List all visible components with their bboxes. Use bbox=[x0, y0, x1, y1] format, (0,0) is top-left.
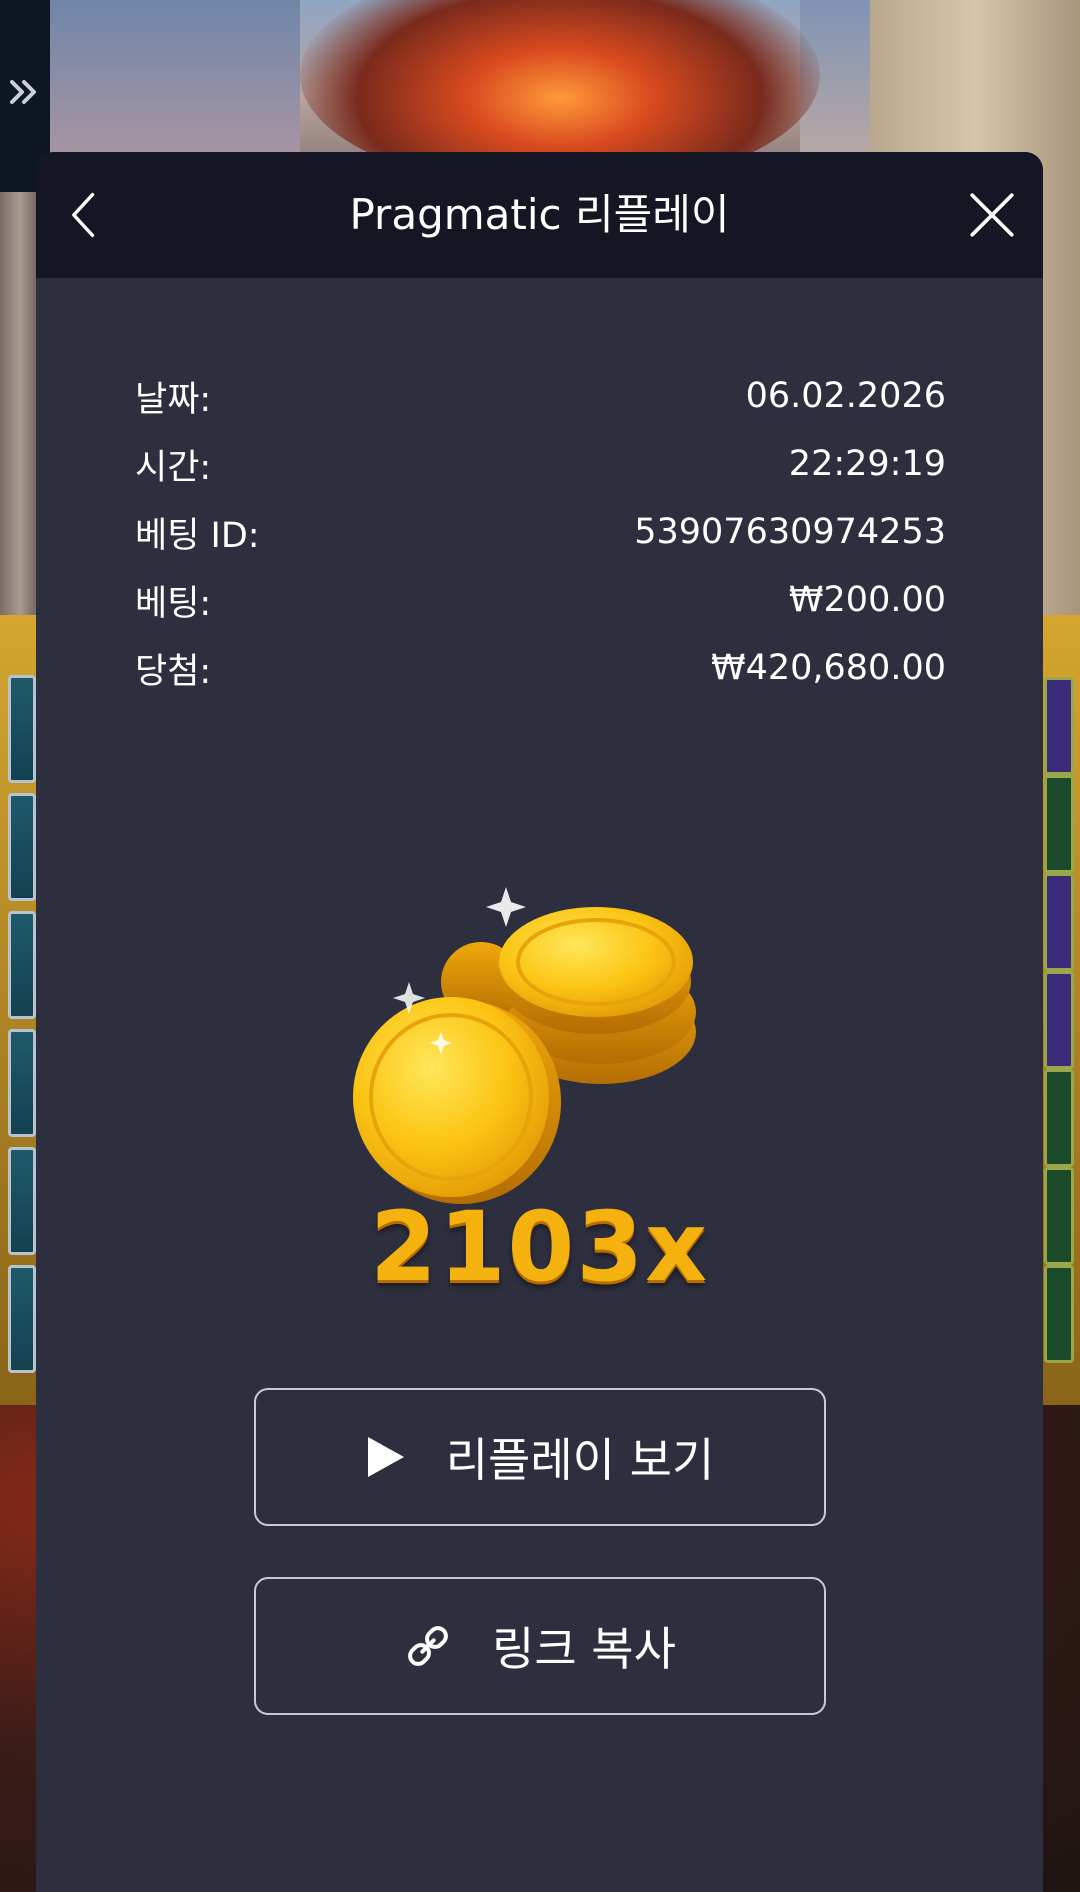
modal-title: Pragmatic 리플레이 bbox=[349, 190, 730, 239]
info-row-time: 시간: 22:29:19 bbox=[135, 430, 946, 498]
reel-cell bbox=[1044, 971, 1074, 1069]
info-value: ₩420,680.00 bbox=[710, 648, 946, 688]
link-icon bbox=[404, 1622, 452, 1670]
info-value: ₩200.00 bbox=[788, 580, 946, 620]
play-icon bbox=[366, 1435, 406, 1479]
copy-link-label: 링크 복사 bbox=[492, 1622, 676, 1676]
copy-link-button[interactable]: 링크 복사 bbox=[254, 1577, 826, 1715]
reel-cell bbox=[8, 1029, 36, 1137]
info-label: 베팅: bbox=[135, 583, 212, 624]
reel-cell bbox=[1044, 677, 1074, 775]
double-chevron-right-icon bbox=[10, 80, 36, 104]
reel-cell bbox=[8, 675, 36, 783]
info-value: 22:29:19 bbox=[788, 444, 946, 484]
info-label: 시간: bbox=[135, 447, 212, 488]
reel-frame-left bbox=[0, 615, 40, 1405]
watch-replay-label: 리플레이 보기 bbox=[445, 1433, 715, 1487]
watch-replay-button[interactable]: 리플레이 보기 bbox=[254, 1388, 826, 1526]
close-button[interactable] bbox=[959, 182, 1025, 248]
info-label: 베팅 ID: bbox=[135, 515, 260, 556]
info-value: 53907630974253 bbox=[634, 512, 946, 552]
info-row-bet-id: 베팅 ID: 53907630974253 bbox=[135, 498, 946, 566]
reel-cell bbox=[8, 911, 36, 1019]
reel-cell bbox=[1044, 873, 1074, 971]
reel-cell bbox=[1044, 1069, 1074, 1167]
replay-modal: Pragmatic 리플레이 날짜: 06.02.2026 시간: 22:29:… bbox=[36, 152, 1043, 1892]
reel-cell bbox=[8, 1265, 36, 1373]
info-value: 06.02.2026 bbox=[745, 376, 946, 416]
reel-frame-right bbox=[1038, 615, 1080, 1405]
info-row-bet-amount: 베팅: ₩200.00 bbox=[135, 566, 946, 634]
temple-pillar bbox=[0, 150, 40, 620]
close-icon bbox=[970, 193, 1014, 237]
reel-cell bbox=[1044, 1265, 1074, 1363]
info-label: 당첨: bbox=[135, 651, 212, 692]
reel-cell bbox=[1044, 775, 1074, 873]
reel-cell bbox=[8, 793, 36, 901]
modal-header: Pragmatic 리플레이 bbox=[36, 152, 1043, 278]
bet-info-list: 날짜: 06.02.2026 시간: 22:29:19 베팅 ID: 53907… bbox=[135, 362, 946, 702]
info-row-date: 날짜: 06.02.2026 bbox=[135, 362, 946, 430]
info-row-win-amount: 당첨: ₩420,680.00 bbox=[135, 634, 946, 702]
reel-cell bbox=[8, 1147, 36, 1255]
reel-cell bbox=[1044, 1167, 1074, 1265]
win-multiplier: 2103x bbox=[369, 1191, 710, 1303]
info-label: 날짜: bbox=[135, 379, 212, 420]
